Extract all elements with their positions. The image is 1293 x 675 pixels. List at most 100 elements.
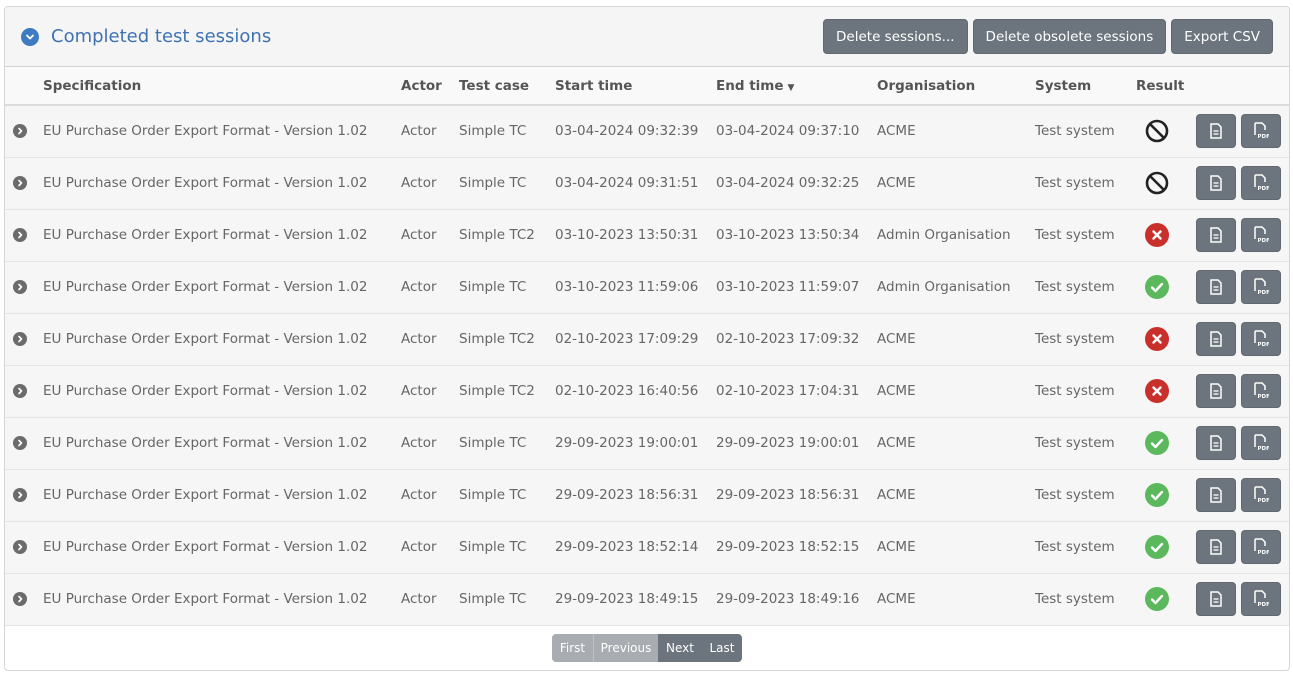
svg-text:PDF: PDF: [1258, 498, 1270, 504]
cell-system: Test system: [1035, 331, 1115, 347]
cell-organisation: ACME: [877, 331, 916, 347]
table-row[interactable]: EU Purchase Order Export Format - Versio…: [5, 365, 1289, 417]
cell-test-case: Simple TC2: [459, 227, 535, 243]
cell-test-case: Simple TC: [459, 487, 527, 503]
view-report-button[interactable]: [1196, 582, 1236, 616]
table-row[interactable]: EU Purchase Order Export Format - Versio…: [5, 521, 1289, 573]
cell-start-time: 03-10-2023 13:50:31: [555, 227, 699, 243]
cell-test-case: Simple TC2: [459, 331, 535, 347]
svg-text:PDF: PDF: [1258, 238, 1270, 244]
view-report-button[interactable]: [1196, 374, 1236, 408]
view-report-button[interactable]: [1196, 218, 1236, 252]
view-report-button[interactable]: [1196, 478, 1236, 512]
chevron-right-icon[interactable]: [13, 540, 27, 554]
svg-text:PDF: PDF: [1258, 394, 1270, 400]
cell-actor: Actor: [401, 123, 437, 140]
cell-result: [1136, 521, 1196, 573]
delete-sessions-button[interactable]: Delete sessions...: [823, 19, 968, 54]
col-test-case[interactable]: Test case: [459, 67, 555, 106]
chevron-right-icon[interactable]: [13, 332, 27, 346]
cell-end-time: 02-10-2023 17:04:31: [716, 383, 860, 399]
table-row[interactable]: EU Purchase Order Export Format - Versio…: [5, 157, 1289, 209]
ban-icon: [1136, 119, 1196, 143]
export-pdf-button[interactable]: PDF: [1241, 218, 1281, 252]
view-report-button[interactable]: [1196, 114, 1236, 149]
col-system[interactable]: System: [1035, 67, 1136, 106]
chevron-right-icon[interactable]: [13, 228, 27, 242]
delete-obsolete-sessions-button[interactable]: Delete obsolete sessions: [972, 19, 1167, 54]
export-pdf-button[interactable]: PDF: [1241, 322, 1281, 356]
cell-test-case: Simple TC: [459, 279, 527, 295]
cell-specification: EU Purchase Order Export Format - Versio…: [43, 331, 368, 347]
view-report-button[interactable]: [1196, 426, 1236, 460]
cell-result: [1136, 573, 1196, 625]
col-actor[interactable]: Actor: [401, 67, 459, 106]
document-icon: [1209, 383, 1223, 399]
page-previous-button[interactable]: Previous: [593, 634, 658, 662]
pdf-document-icon: PDF: [1253, 278, 1269, 296]
chevron-right-icon[interactable]: [13, 280, 27, 294]
page-next-button[interactable]: Next: [658, 634, 702, 662]
export-pdf-button[interactable]: PDF: [1241, 374, 1281, 408]
export-pdf-button[interactable]: PDF: [1241, 478, 1281, 512]
table-row[interactable]: EU Purchase Order Export Format - Versio…: [5, 313, 1289, 365]
svg-text:PDF: PDF: [1258, 446, 1270, 452]
panel-header: Completed test sessions Delete sessions.…: [5, 7, 1289, 67]
table-row[interactable]: EU Purchase Order Export Format - Versio…: [5, 261, 1289, 313]
export-pdf-button[interactable]: PDF: [1241, 582, 1281, 616]
view-report-button[interactable]: [1196, 322, 1236, 356]
chevron-right-icon[interactable]: [13, 592, 27, 606]
table-row[interactable]: EU Purchase Order Export Format - Versio…: [5, 105, 1289, 157]
table-row[interactable]: EU Purchase Order Export Format - Versio…: [5, 417, 1289, 469]
table-row[interactable]: EU Purchase Order Export Format - Versio…: [5, 469, 1289, 521]
export-csv-button[interactable]: Export CSV: [1171, 19, 1273, 54]
export-pdf-button[interactable]: PDF: [1241, 270, 1281, 304]
col-end-time[interactable]: End time ▼: [716, 67, 877, 106]
cell-specification: EU Purchase Order Export Format - Versio…: [43, 435, 368, 451]
pdf-document-icon: PDF: [1253, 590, 1269, 608]
pdf-document-icon: PDF: [1253, 330, 1269, 348]
pdf-document-icon: PDF: [1253, 486, 1269, 504]
check-circle-icon: [1136, 431, 1196, 455]
col-start-time[interactable]: Start time: [555, 67, 716, 106]
col-specification[interactable]: Specification: [43, 67, 401, 106]
check-circle-icon: [1136, 587, 1196, 611]
chevron-down-icon[interactable]: [21, 27, 39, 46]
cell-specification: EU Purchase Order Export Format - Versio…: [43, 591, 368, 607]
cell-system: Test system: [1035, 539, 1115, 555]
cell-actor: Actor: [401, 435, 437, 451]
cell-start-time: 02-10-2023 17:09:29: [555, 331, 699, 347]
col-organisation[interactable]: Organisation: [877, 67, 1035, 106]
svg-text:PDF: PDF: [1258, 342, 1270, 348]
pdf-document-icon: PDF: [1253, 434, 1269, 452]
export-pdf-button[interactable]: PDF: [1241, 530, 1281, 564]
col-result[interactable]: Result: [1136, 67, 1196, 106]
cell-end-time: 03-10-2023 13:50:34: [716, 227, 860, 243]
cell-actor: Actor: [401, 591, 437, 607]
page-first-button[interactable]: First: [552, 634, 593, 662]
cell-start-time: 03-04-2024 09:32:39: [555, 123, 699, 140]
cell-end-time: 03-04-2024 09:37:10: [716, 123, 860, 140]
page-last-button[interactable]: Last: [702, 634, 742, 662]
cell-organisation: ACME: [877, 435, 916, 451]
chevron-right-icon[interactable]: [13, 436, 27, 450]
chevron-right-icon[interactable]: [13, 176, 27, 190]
chevron-right-icon[interactable]: [13, 124, 27, 139]
sessions-table: Specification Actor Test case Start time…: [5, 67, 1289, 626]
export-pdf-button[interactable]: PDF: [1241, 114, 1281, 149]
export-pdf-button[interactable]: PDF: [1241, 166, 1281, 200]
chevron-right-icon[interactable]: [13, 384, 27, 398]
cell-start-time: 29-09-2023 18:56:31: [555, 487, 699, 503]
export-pdf-button[interactable]: PDF: [1241, 426, 1281, 460]
cell-system: Test system: [1035, 435, 1115, 451]
chevron-right-icon[interactable]: [13, 488, 27, 502]
ban-icon: [1136, 171, 1196, 195]
table-row[interactable]: EU Purchase Order Export Format - Versio…: [5, 573, 1289, 625]
document-icon: [1209, 487, 1223, 503]
cell-end-time: 29-09-2023 18:49:16: [716, 591, 860, 607]
table-row[interactable]: EU Purchase Order Export Format - Versio…: [5, 209, 1289, 261]
view-report-button[interactable]: [1196, 270, 1236, 304]
cell-result: [1136, 209, 1196, 261]
view-report-button[interactable]: [1196, 166, 1236, 200]
view-report-button[interactable]: [1196, 530, 1236, 564]
